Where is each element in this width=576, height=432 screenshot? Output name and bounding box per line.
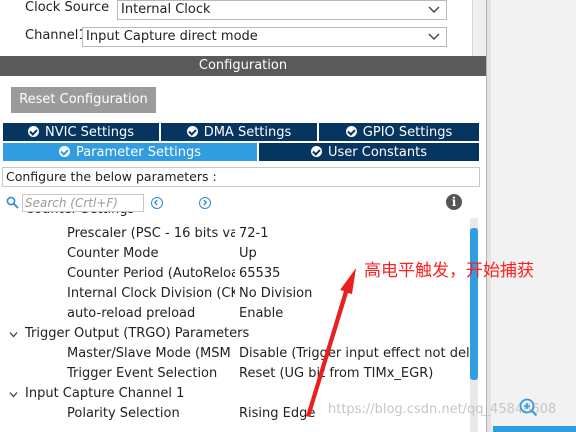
- annotation-arrow: [306, 268, 356, 417]
- param-name[interactable]: auto-reload preload: [67, 304, 235, 324]
- clock-source-value: Internal Clock: [121, 2, 211, 17]
- param-name[interactable]: Trigger Event Selection: [67, 364, 235, 384]
- configuration-header: Configuration: [0, 56, 486, 76]
- param-name[interactable]: Prescaler (PSC - 16 bits va...: [67, 224, 235, 244]
- param-name[interactable]: Counter Mode: [67, 244, 235, 264]
- param-name[interactable]: Internal Clock Division (CKD): [67, 284, 235, 304]
- prev-icon[interactable]: [151, 197, 163, 209]
- param-name[interactable]: Master/Slave Mode (MSM ...: [67, 344, 235, 364]
- scrollbar-thumb[interactable]: [470, 228, 478, 380]
- check-circle-icon: [28, 126, 39, 137]
- expand-arrow-icon[interactable]: [9, 330, 18, 339]
- reset-configuration-button[interactable]: Reset Configuration: [11, 87, 156, 113]
- parameter-list: Counter Settings Prescaler (PSC - 16 bit…: [0, 212, 470, 432]
- tab-label: NVIC Settings: [45, 125, 134, 140]
- zoom-in-icon[interactable]: [518, 397, 538, 417]
- tab-label: GPIO Settings: [362, 125, 453, 140]
- chevron-down-icon: [428, 6, 440, 13]
- tab-dma-settings[interactable]: DMA Settings: [160, 122, 318, 142]
- annotation-text: 高电平触发，开始捕获: [364, 261, 534, 281]
- param-name[interactable]: Polarity Selection: [67, 404, 235, 424]
- check-circle-icon: [311, 146, 322, 157]
- clock-source-label: Clock Source: [25, 0, 110, 15]
- expand-arrow-icon[interactable]: [9, 390, 18, 399]
- configure-hint: Configure the below parameters :: [2, 167, 480, 187]
- clock-source-select[interactable]: Internal Clock: [117, 0, 447, 20]
- info-icon[interactable]: i: [446, 194, 462, 210]
- check-circle-icon: [345, 126, 357, 137]
- section-trgo[interactable]: Trigger Output (TRGO) Parameters: [25, 324, 249, 344]
- next-icon[interactable]: [199, 197, 211, 209]
- param-name[interactable]: Counter Period (AutoReloa...: [67, 264, 235, 284]
- side-panel-bottom-bar: [493, 426, 576, 432]
- channel1-select[interactable]: Input Capture direct mode: [82, 27, 447, 47]
- side-panel-body: [491, 0, 576, 432]
- check-circle-icon: [186, 126, 198, 137]
- tab-nvic-settings[interactable]: NVIC Settings: [2, 122, 160, 142]
- param-value[interactable]: 72-1: [239, 224, 469, 244]
- tab-gpio-settings[interactable]: GPIO Settings: [318, 122, 480, 142]
- check-circle-icon: [58, 146, 70, 157]
- section-input-capture[interactable]: Input Capture Channel 1: [25, 384, 184, 404]
- search-input[interactable]: Search (Crtl+F): [22, 194, 144, 212]
- channel1-label: Channel1: [25, 28, 87, 43]
- top-scrollbar[interactable]: [472, 0, 487, 56]
- tab-label: Parameter Settings: [75, 145, 202, 160]
- tab-label: User Constants: [328, 145, 427, 160]
- section-counter-settings[interactable]: Counter Settings: [25, 212, 134, 220]
- tab-user-constants[interactable]: User Constants: [258, 142, 480, 162]
- channel1-value: Input Capture direct mode: [86, 29, 258, 44]
- chevron-down-icon: [428, 33, 440, 40]
- tab-parameter-settings[interactable]: Parameter Settings: [2, 142, 258, 162]
- search-icon[interactable]: [6, 196, 19, 209]
- tab-label: DMA Settings: [203, 125, 292, 140]
